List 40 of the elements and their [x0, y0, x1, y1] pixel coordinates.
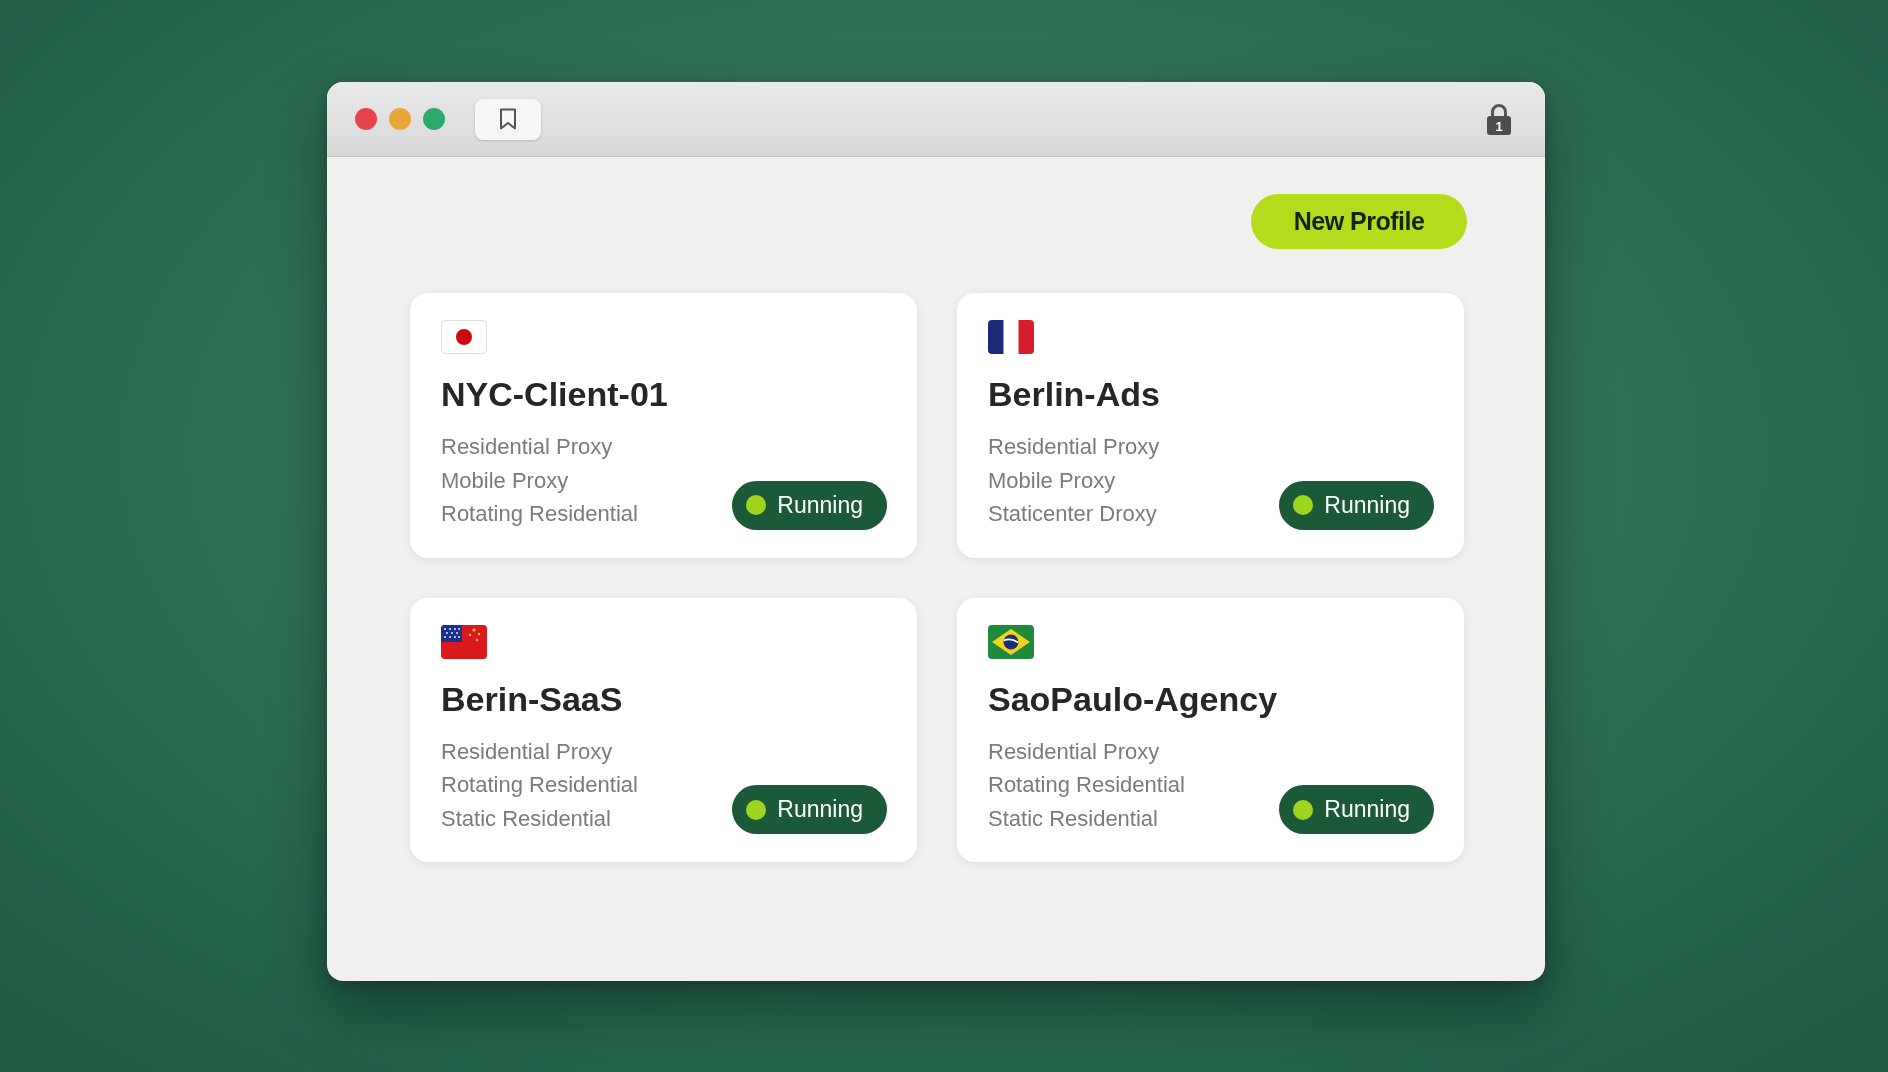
japan-flag-icon	[441, 320, 487, 354]
proxy-type: Staticenter Droxy	[988, 500, 1158, 528]
lock-count: 1	[1494, 119, 1504, 134]
new-profile-button[interactable]: New Profile	[1251, 194, 1467, 249]
profile-name: SaoPaulo-Agency	[988, 678, 1278, 719]
status-label: Running	[1324, 491, 1410, 519]
profile-name: Berlin-Ads	[988, 374, 1160, 414]
proxy-type: Residential Proxy	[988, 433, 1160, 461]
status-dot-icon	[1293, 495, 1314, 515]
proxy-type: Residential Proxy	[441, 433, 614, 461]
lock-icon	[1486, 103, 1512, 135]
profile-card[interactable]: Berlin-Ads Residential Proxy Mobile Proxy Staticenter Droxy Running	[957, 293, 1464, 558]
status-dot-icon	[746, 495, 767, 515]
profile-name: NYC-Client-01	[441, 374, 668, 414]
proxy-type: Mobile Proxy	[988, 466, 1117, 495]
proxy-type: Rotating Residential	[988, 771, 1185, 799]
status-label: Running	[777, 491, 863, 519]
proxy-type: Rotating Residential	[441, 500, 638, 528]
proxy-type: Static Residential	[988, 804, 1159, 833]
profile-name: Berin-SaaS	[441, 678, 623, 719]
bookmark-button[interactable]	[475, 98, 541, 140]
proxy-type: Static Residential	[441, 804, 612, 833]
status-dot-icon	[1293, 799, 1314, 820]
proxy-type: Mobile Proxy	[441, 466, 570, 495]
bookmark-icon	[499, 108, 517, 130]
minimize-button[interactable]	[389, 108, 411, 130]
profile-card[interactable]: SaoPaulo-Agency Residential Proxy Rotating Residential Static Residential Running	[957, 597, 1464, 862]
france-flag-icon	[988, 320, 1034, 354]
profile-card[interactable]: Berin-SaaS Residential Proxy Rotating Residential Static Residential Running	[410, 597, 917, 862]
proxy-type: Rotating Residential	[441, 771, 638, 799]
proxy-type: Residential Proxy	[441, 737, 614, 766]
brazil-flag-icon	[988, 624, 1034, 659]
status-label: Running	[1324, 796, 1410, 823]
profile-card[interactable]: NYC-Client-01 Residential Proxy Mobile Proxy Rotating Residential Running	[410, 293, 917, 558]
proxy-type: Residential Proxy	[988, 737, 1161, 766]
flag-icon	[441, 624, 487, 659]
zoom-button[interactable]	[423, 108, 445, 130]
status-label: Running	[777, 796, 863, 823]
close-button[interactable]	[355, 108, 377, 130]
status-dot-icon	[746, 799, 767, 820]
